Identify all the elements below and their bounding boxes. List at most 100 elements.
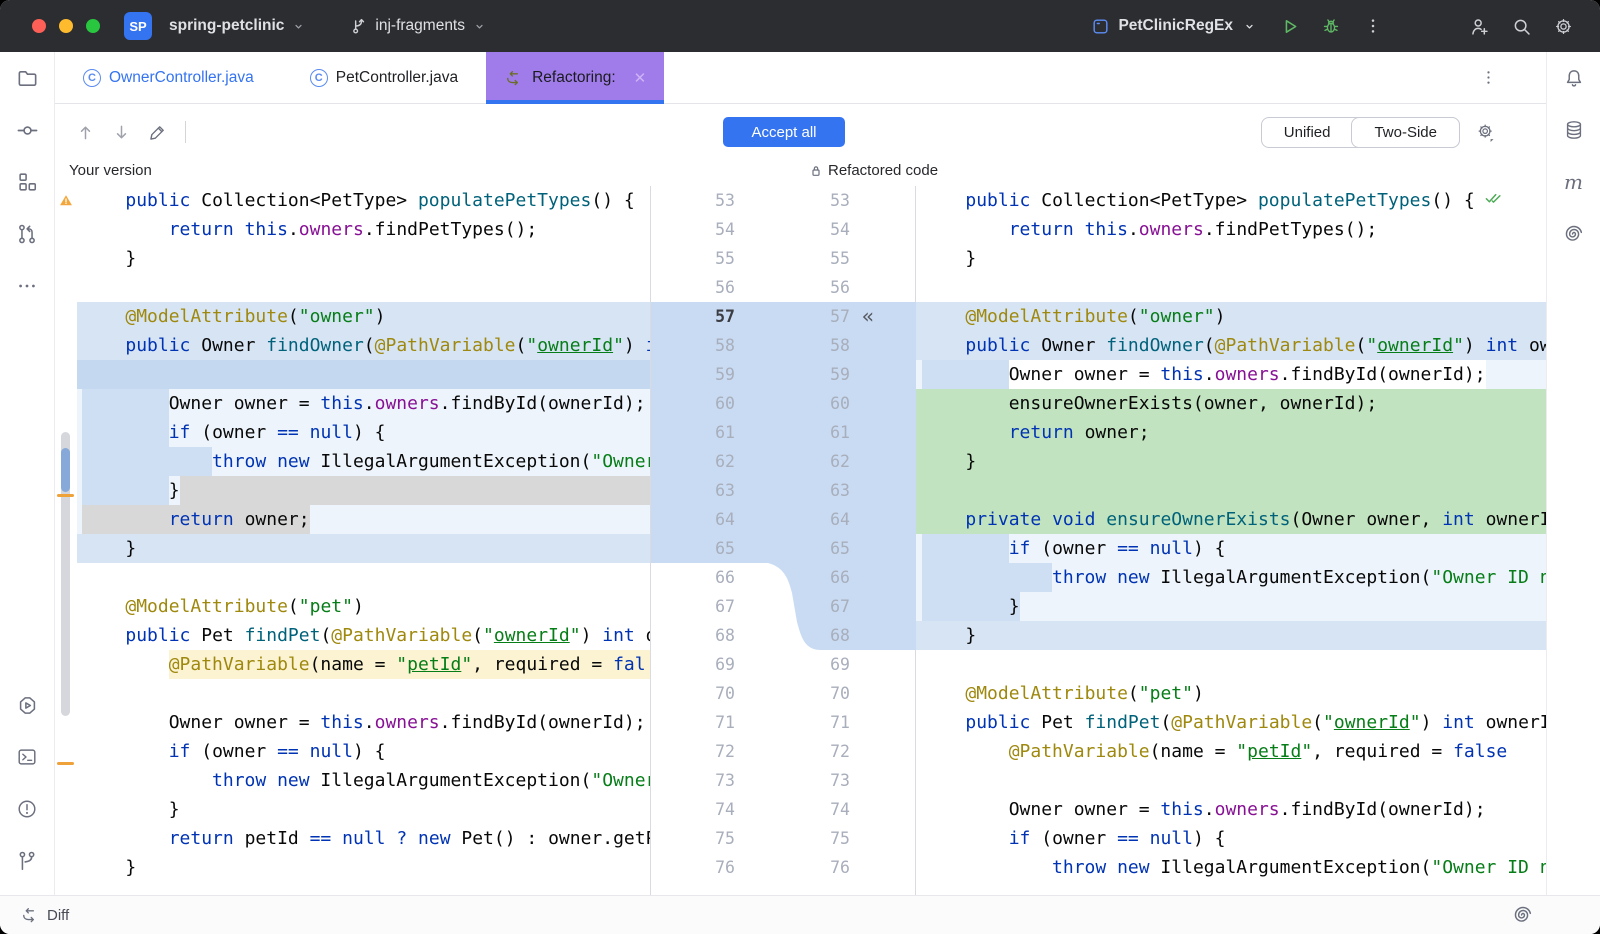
- zoom-window-button[interactable]: [86, 19, 100, 33]
- code-line[interactable]: public Collection<PetType> populatePetTy…: [916, 186, 1546, 215]
- code-line[interactable]: Owner owner = this. owners .findById(owner…: [916, 795, 1546, 824]
- code-line[interactable]: @PathVariable (name = " petId ", required =…: [77, 650, 650, 679]
- code-line[interactable]: }: [77, 534, 650, 563]
- code-token: ow: [1528, 335, 1546, 356]
- minimize-window-button[interactable]: [59, 19, 73, 33]
- search-everywhere-button[interactable]: [1504, 9, 1538, 43]
- code-line[interactable]: @ModelAttribute("pet"): [77, 592, 650, 621]
- branch-widget[interactable]: inj-fragments: [341, 10, 496, 42]
- code-line[interactable]: [77, 679, 650, 708]
- code-line[interactable]: [77, 563, 650, 592]
- code-line[interactable]: throw new IllegalArgumentException("Owne…: [77, 447, 650, 476]
- code-line[interactable]: return owner;: [916, 418, 1546, 447]
- next-change-button[interactable]: [105, 116, 137, 148]
- close-window-button[interactable]: [32, 19, 46, 33]
- debug-button[interactable]: [1314, 9, 1348, 43]
- code-line[interactable]: @PathVariable (name = " petId ", required =…: [916, 737, 1546, 766]
- code-line[interactable]: }: [77, 244, 650, 273]
- code-line[interactable]: if (owner == null) {: [77, 737, 650, 766]
- code-with-me-button[interactable]: [1462, 9, 1496, 43]
- tab-pet-controller[interactable]: C PetController.java: [282, 52, 486, 103]
- database-tool-button[interactable]: [1554, 110, 1594, 150]
- diff-right-pane[interactable]: public Collection<PetType> populatePetTy…: [916, 186, 1546, 895]
- code-line[interactable]: [916, 273, 1546, 302]
- edit-button[interactable]: [141, 116, 173, 148]
- code-line[interactable]: public Collection<PetType> populatePetTy…: [77, 186, 650, 215]
- warning-stripe-marker[interactable]: [57, 494, 74, 497]
- code-line[interactable]: }: [916, 447, 1546, 476]
- code-line[interactable]: @ModelAttribute("owner"): [77, 302, 650, 331]
- version-control-tool-button[interactable]: [7, 841, 47, 881]
- problems-tool-button[interactable]: [7, 789, 47, 829]
- code-line[interactable]: Owner owner = this. owners .findById(owner…: [916, 360, 1546, 389]
- tab-options-button[interactable]: [1479, 52, 1498, 103]
- code-line[interactable]: [916, 650, 1546, 679]
- code-line[interactable]: return this. owners .findPetTypes();: [916, 215, 1546, 244]
- previous-change-button[interactable]: [69, 116, 101, 148]
- maven-tool-button[interactable]: m: [1554, 162, 1594, 202]
- code-line[interactable]: throw new IllegalArgumentException("Owne…: [916, 563, 1546, 592]
- code-line[interactable]: }: [916, 621, 1546, 650]
- code-token: ): [1214, 306, 1226, 327]
- code-line[interactable]: [916, 766, 1546, 795]
- apply-chunk-icon[interactable]: «: [862, 302, 874, 331]
- code-line[interactable]: [77, 360, 650, 389]
- ai-status-icon[interactable]: [1512, 904, 1580, 926]
- line-number-right: 64: [830, 510, 850, 529]
- code-line[interactable]: @ModelAttribute("owner"): [916, 302, 1546, 331]
- code-line[interactable]: public Pet findPet(@PathVariable(" ownerI…: [77, 621, 650, 650]
- code-line[interactable]: }: [77, 476, 650, 505]
- warning-stripe-marker[interactable]: [57, 762, 74, 765]
- accept-all-button[interactable]: Accept all: [723, 117, 845, 147]
- project-widget[interactable]: spring-petclinic: [161, 11, 315, 41]
- pull-requests-tool-button[interactable]: [7, 214, 47, 254]
- code-line[interactable]: if (owner == null) {: [916, 824, 1546, 853]
- notifications-button[interactable]: [1554, 58, 1594, 98]
- code-line[interactable]: }: [916, 244, 1546, 273]
- code-line[interactable]: @ModelAttribute("pet"): [916, 679, 1546, 708]
- tab-refactoring[interactable]: Refactoring: ✕: [486, 52, 665, 104]
- code-line[interactable]: private void ensureOwnerExists (Owner own…: [916, 505, 1546, 534]
- code-line[interactable]: return owner;: [77, 505, 650, 534]
- code-line[interactable]: ensureOwnerExists(owner, ownerId);: [916, 389, 1546, 418]
- view-mode-unified[interactable]: Unified: [1262, 118, 1353, 147]
- code-line[interactable]: [916, 476, 1546, 505]
- close-tab-icon[interactable]: ✕: [634, 69, 647, 87]
- code-line[interactable]: throw new IllegalArgumentException("Owne…: [916, 853, 1546, 882]
- project-tool-button[interactable]: [7, 58, 47, 98]
- ai-assistant-tool-button[interactable]: [1554, 214, 1594, 254]
- code-line[interactable]: Owner owner = this. owners .findById(owner…: [77, 708, 650, 737]
- structure-tool-button[interactable]: [7, 162, 47, 202]
- code-line[interactable]: if (owner == null) {: [916, 534, 1546, 563]
- run-configuration-widget[interactable]: PetClinicRegEx: [1091, 17, 1258, 36]
- services-tool-button[interactable]: [7, 685, 47, 725]
- inspections-ok-icon[interactable]: [1482, 189, 1502, 207]
- code-line[interactable]: }: [77, 853, 650, 882]
- commit-tool-button[interactable]: [7, 110, 47, 150]
- code-line[interactable]: public Pet findPet(@PathVariable(" ownerI…: [916, 708, 1546, 737]
- run-button[interactable]: [1272, 9, 1306, 43]
- view-mode-two-side[interactable]: Two-Side: [1351, 116, 1460, 148]
- code-line[interactable]: }: [77, 795, 650, 824]
- code-line[interactable]: throw new IllegalArgumentException("Owne…: [77, 766, 650, 795]
- code-token: (name =: [309, 654, 397, 675]
- tab-owner-controller[interactable]: C OwnerController.java: [55, 52, 282, 103]
- more-tools-button[interactable]: [7, 266, 47, 306]
- more-run-actions-button[interactable]: [1356, 9, 1390, 43]
- code-line[interactable]: [77, 273, 650, 302]
- terminal-tool-button[interactable]: [7, 737, 47, 777]
- change-marker[interactable]: [61, 448, 70, 492]
- line-number-left: 67: [715, 597, 735, 616]
- diff-left-pane[interactable]: public Collection<PetType> populatePetTy…: [55, 186, 651, 895]
- code-line[interactable]: return petId == null ? new Pet() : owner…: [77, 824, 650, 853]
- settings-button[interactable]: [1546, 9, 1580, 43]
- diff-settings-button[interactable]: [1470, 116, 1502, 148]
- code-line[interactable]: return this. owners .findPetTypes();: [77, 215, 650, 244]
- status-mode-widget[interactable]: Diff: [20, 905, 69, 925]
- code-line[interactable]: }: [916, 592, 1546, 621]
- code-line[interactable]: Owner owner = this. owners .findById(owner…: [77, 389, 650, 418]
- code-line[interactable]: public Owner findOwner(@PathVariable(" ow…: [77, 331, 650, 360]
- code-line[interactable]: if (owner == null) {: [77, 418, 650, 447]
- code-line[interactable]: public Owner findOwner(@PathVariable(" ow…: [916, 331, 1546, 360]
